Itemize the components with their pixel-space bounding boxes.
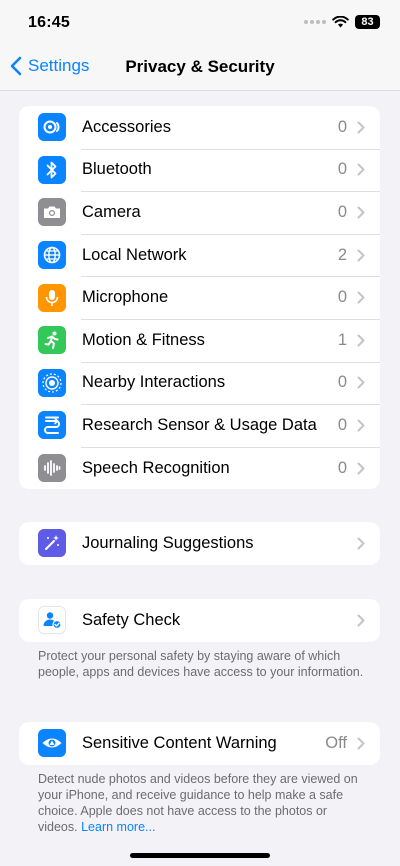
row-count: 0: [337, 415, 347, 434]
bluetooth-icon: [38, 155, 66, 184]
row-speech-recognition[interactable]: Speech Recognition 0: [19, 446, 380, 490]
row-count: 2: [337, 245, 347, 264]
row-sensitive-content-warning[interactable]: Sensitive Content Warning Off: [19, 722, 380, 765]
chevron-right-icon: [357, 206, 365, 219]
safety-check-footer: Protect your personal safety by staying …: [38, 649, 364, 679]
safety-check-card: Safety Check: [19, 599, 380, 642]
row-value: Off: [325, 733, 347, 752]
row-count: 0: [337, 458, 347, 477]
navigation-bar: Settings Privacy & Security: [0, 46, 400, 91]
chevron-right-icon: [357, 334, 365, 347]
safety-check-person-icon: [38, 606, 66, 635]
chevron-right-icon: [357, 419, 365, 432]
chevron-right-icon: [357, 249, 365, 262]
row-count: 0: [337, 160, 347, 179]
learn-more-link[interactable]: Learn more...: [81, 820, 155, 834]
row-camera[interactable]: Camera 0: [19, 191, 380, 234]
waveform-icon: [38, 454, 66, 483]
wifi-icon: [332, 16, 349, 28]
page-title: Privacy & Security: [125, 57, 275, 76]
camera-icon: [38, 198, 66, 227]
chevron-right-icon: [357, 537, 365, 550]
row-motion-fitness[interactable]: Motion & Fitness 1: [19, 318, 380, 362]
row-count: 1: [337, 330, 347, 349]
row-label: Accessories: [82, 117, 171, 136]
row-journaling-suggestions[interactable]: Journaling Suggestions: [19, 522, 380, 565]
battery-indicator: 83: [355, 15, 380, 29]
row-safety-check[interactable]: Safety Check: [19, 599, 380, 642]
chevron-right-icon: [357, 462, 365, 475]
row-label: Bluetooth: [82, 160, 152, 179]
row-label: Sensitive Content Warning: [82, 733, 277, 752]
chevron-right-icon: [357, 376, 365, 389]
row-label: Microphone: [82, 288, 169, 307]
chevron-right-icon: [357, 614, 365, 627]
row-label: Motion & Fitness: [82, 330, 205, 349]
row-count: 0: [337, 117, 347, 136]
microphone-icon: [38, 283, 66, 312]
research-sensor-icon: [38, 411, 66, 440]
row-accessories[interactable]: Accessories 0: [19, 106, 380, 149]
sensitive-content-footer: Detect nude photos and videos before the…: [38, 771, 368, 835]
row-label: Journaling Suggestions: [82, 533, 254, 552]
journaling-sparkle-icon: [38, 529, 66, 558]
chevron-right-icon: [357, 163, 365, 176]
status-bar: 16:45 83: [0, 0, 400, 46]
row-research-sensor[interactable]: Research Sensor & Usage Data 0: [19, 404, 380, 447]
home-indicator[interactable]: [130, 853, 270, 858]
chevron-right-icon: [357, 291, 365, 304]
row-label: Camera: [82, 202, 141, 221]
globe-icon: [38, 241, 66, 270]
row-count: 0: [337, 373, 347, 392]
row-local-network[interactable]: Local Network 2: [19, 233, 380, 277]
running-figure-icon: [38, 326, 66, 355]
eye-warning-icon: [38, 729, 66, 758]
row-label: Speech Recognition: [82, 458, 230, 477]
nearby-interactions-icon: [38, 368, 66, 397]
status-time: 16:45: [28, 14, 70, 31]
row-label: Safety Check: [82, 610, 181, 629]
status-indicators: 83: [304, 15, 380, 29]
row-count: 0: [337, 288, 347, 307]
row-label: Nearby Interactions: [82, 373, 226, 392]
chevron-right-icon: [357, 121, 365, 134]
cellular-signal-icon: [304, 20, 326, 24]
chevron-right-icon: [357, 737, 365, 750]
row-bluetooth[interactable]: Bluetooth 0: [19, 148, 380, 192]
row-microphone[interactable]: Microphone 0: [19, 276, 380, 319]
row-count: 0: [337, 202, 347, 221]
row-label: Local Network: [82, 245, 187, 264]
row-nearby-interactions[interactable]: Nearby Interactions 0: [19, 361, 380, 405]
permissions-list: Accessories 0 Bluetooth 0 Camera 0 Local…: [19, 106, 380, 490]
sensitive-content-card: Sensitive Content Warning Off: [19, 722, 380, 765]
accessories-icon: [38, 113, 66, 142]
journaling-card: Journaling Suggestions: [19, 522, 380, 565]
row-label: Research Sensor & Usage Data: [82, 415, 317, 434]
